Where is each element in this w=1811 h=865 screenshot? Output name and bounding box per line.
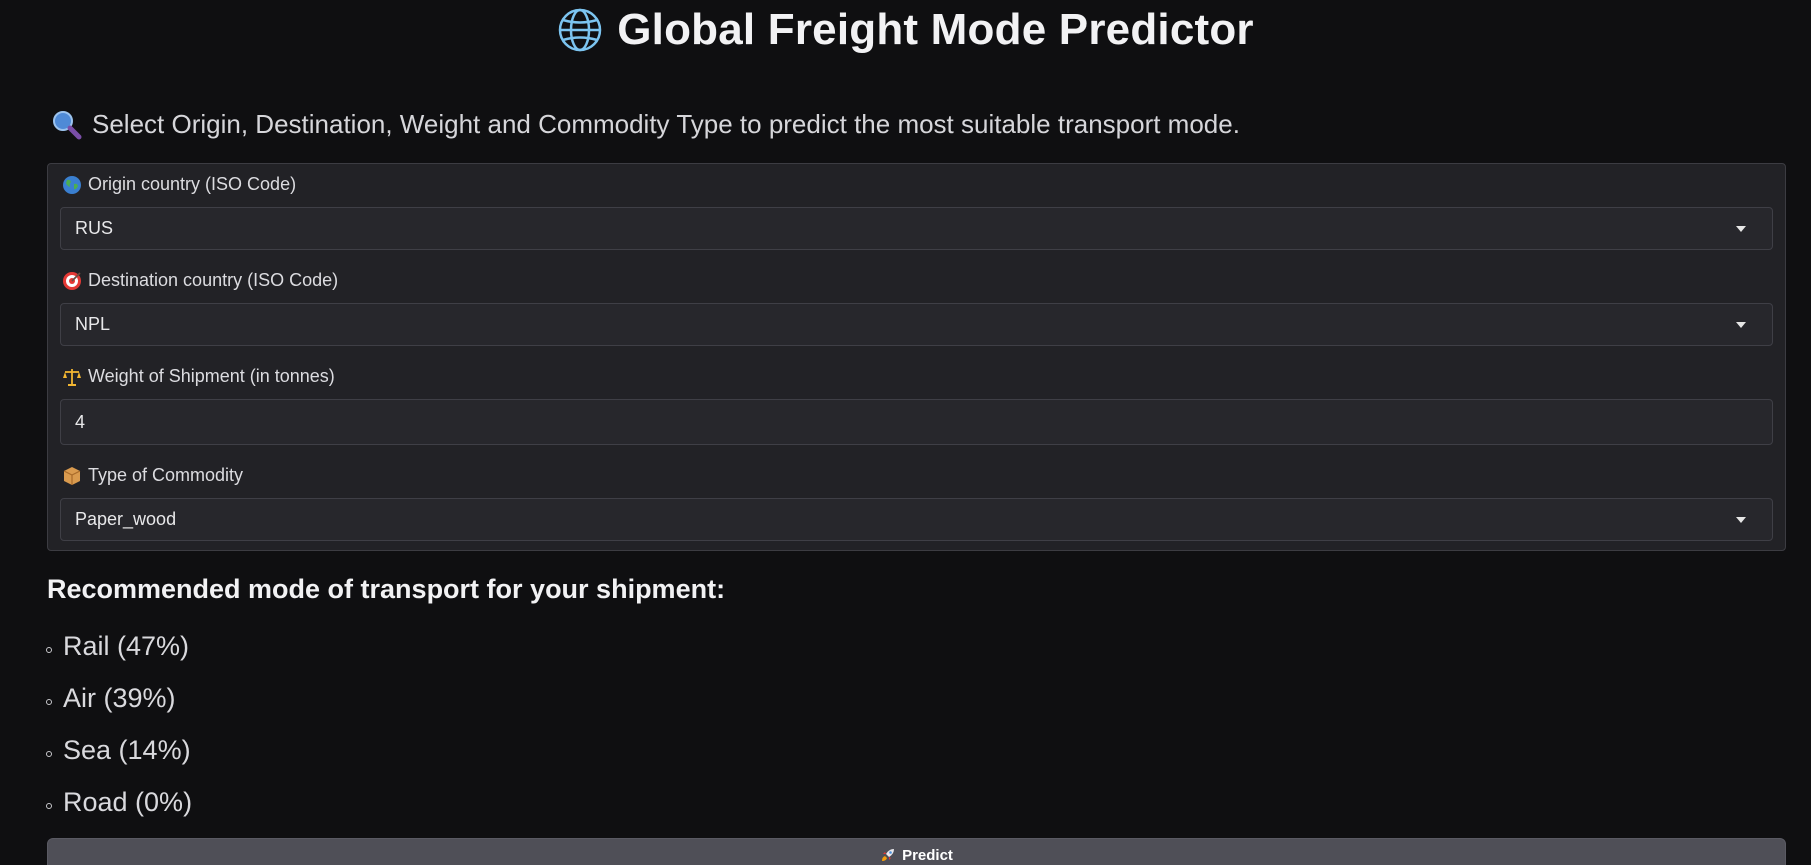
origin-select-value: RUS — [75, 218, 114, 238]
list-item-label: Air (39%) — [63, 682, 176, 713]
destination-select-value: NPL — [75, 314, 111, 334]
intro-text-label: Select Origin, Destination, Weight and C… — [92, 108, 1240, 139]
intro-text: Select Origin, Destination, Weight and C… — [50, 106, 1240, 142]
list-item-label: Road (0%) — [63, 786, 193, 817]
commodity-select-value: Paper_wood — [75, 509, 177, 529]
weight-label-text: Weight of Shipment (in tonnes) — [88, 366, 335, 386]
bullet-icon — [46, 699, 52, 705]
list-item: Air (39%) — [46, 672, 192, 724]
commodity-label: Type of Commodity — [62, 465, 243, 486]
list-item: Sea (14%) — [46, 724, 192, 776]
destination-label: Destination country (ISO Code) — [62, 270, 338, 291]
commodity-label-text: Type of Commodity — [88, 465, 244, 485]
predict-button-label: Predict — [902, 847, 953, 864]
destination-select[interactable]: NPL — [60, 303, 1773, 346]
rocket-icon — [882, 849, 895, 861]
magnifying-glass-icon — [53, 111, 82, 140]
bullet-icon — [46, 803, 52, 809]
package-icon — [63, 466, 81, 485]
origin-label: Origin country (ISO Code) — [62, 174, 296, 195]
globe-icon — [558, 8, 602, 52]
chevron-down-icon — [1736, 322, 1746, 328]
weight-input[interactable]: 4 — [60, 399, 1773, 445]
scales-icon — [63, 368, 81, 386]
list-item: Rail (47%) — [46, 620, 192, 672]
origin-select[interactable]: RUS — [60, 207, 1773, 250]
predict-button[interactable]: Predict — [47, 838, 1786, 865]
app-page: Global Freight Mode Predictor Select Ori… — [0, 0, 1811, 865]
list-item-label: Sea (14%) — [63, 734, 191, 765]
origin-label-text: Origin country (ISO Code) — [88, 174, 297, 194]
chevron-down-icon — [1736, 517, 1746, 523]
weight-label: Weight of Shipment (in tonnes) — [62, 366, 335, 387]
destination-label-text: Destination country (ISO Code) — [88, 270, 339, 290]
list-item-label: Rail (47%) — [63, 630, 190, 661]
recommendation-list: Rail (47%) Air (39%) Sea (14%) Road (0%) — [46, 620, 192, 828]
list-item: Road (0%) — [46, 776, 192, 828]
weight-input-value: 4 — [75, 411, 86, 432]
target-icon — [63, 271, 81, 290]
earth-globe-icon — [63, 175, 81, 194]
input-form-panel: Origin country (ISO Code) RUS Destinatio… — [47, 163, 1786, 551]
chevron-down-icon — [1736, 226, 1746, 232]
recommendation-heading: Recommended mode of transport for your s… — [47, 574, 726, 604]
page-title-text: Global Freight Mode Predictor — [617, 5, 1254, 54]
bullet-icon — [46, 647, 52, 653]
page-title: Global Freight Mode Predictor — [0, 0, 1811, 60]
bullet-icon — [46, 751, 52, 757]
commodity-select[interactable]: Paper_wood — [60, 498, 1773, 541]
